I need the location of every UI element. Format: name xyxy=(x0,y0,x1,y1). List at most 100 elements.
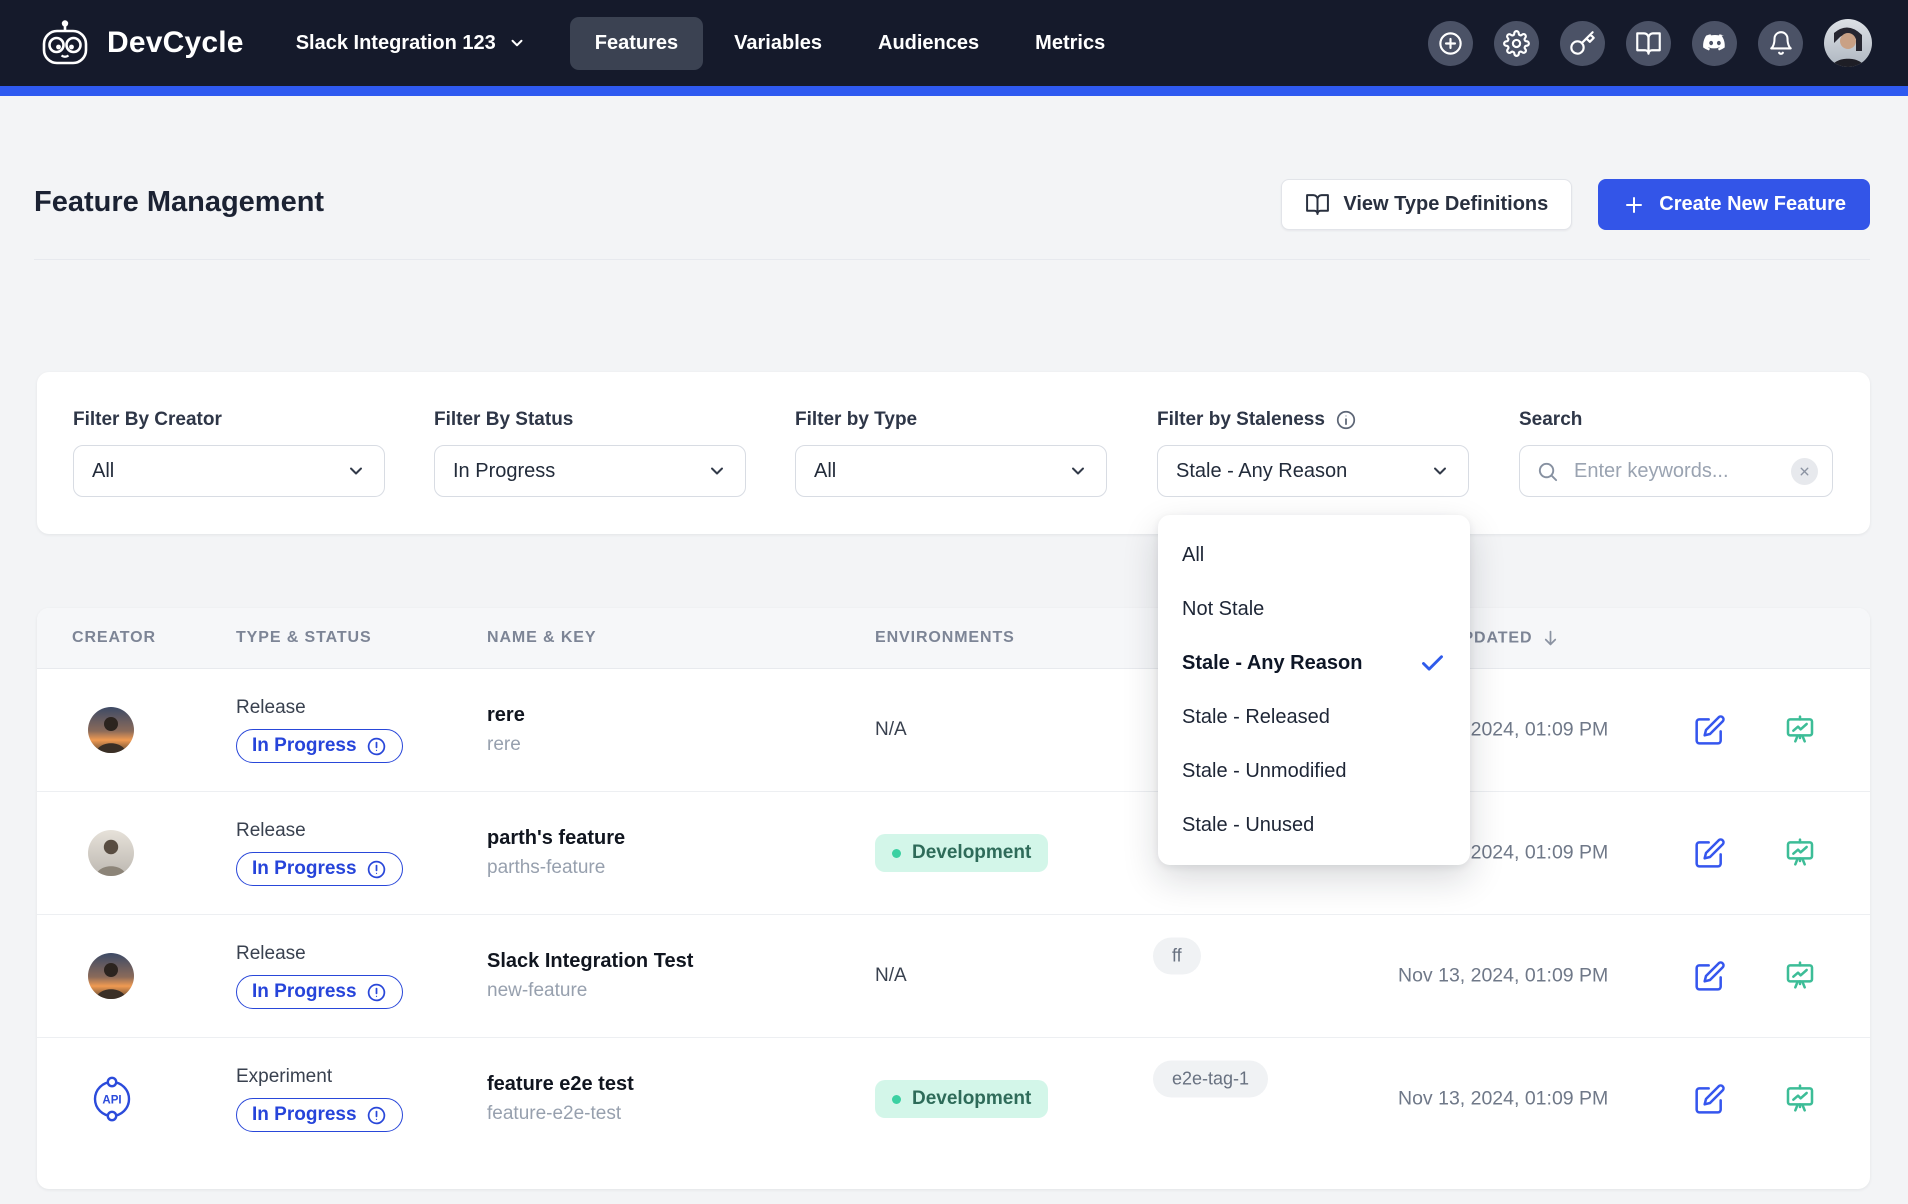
feature-key: feature-e2e-test xyxy=(487,1103,634,1125)
key-icon xyxy=(1569,30,1596,57)
edit-feature-button[interactable] xyxy=(1694,960,1726,992)
check-icon xyxy=(1419,650,1446,677)
create-new-feature-label: Create New Feature xyxy=(1659,193,1846,216)
tags-cell: ff xyxy=(1153,938,1201,975)
user-avatar[interactable] xyxy=(1824,19,1872,67)
filter-staleness: Filter by Staleness Stale - Any Reason xyxy=(1157,408,1469,497)
staleness-option-not-stale[interactable]: Not Stale xyxy=(1158,582,1470,636)
filter-status-select[interactable]: In Progress xyxy=(434,445,746,497)
tab-metrics[interactable]: Metrics xyxy=(1010,17,1130,70)
bell-icon xyxy=(1768,30,1794,56)
feature-type: Release xyxy=(236,697,403,719)
column-header-creator: CREATOR xyxy=(72,629,156,647)
filter-type-value: All xyxy=(814,460,836,483)
feature-key: parths-feature xyxy=(487,857,625,879)
tab-features[interactable]: Features xyxy=(570,17,703,70)
discord-button[interactable] xyxy=(1692,21,1737,66)
type-status-cell: Experiment In Progress xyxy=(236,1066,403,1132)
name-key-cell: Slack Integration Test new-feature xyxy=(487,950,693,1002)
table-row[interactable]: Release In Progress Slack Integration Te… xyxy=(37,914,1870,1037)
edit-feature-button[interactable] xyxy=(1694,1083,1726,1115)
filter-type-label: Filter by Type xyxy=(795,408,1107,432)
staleness-option-all[interactable]: All xyxy=(1158,528,1470,582)
edit-feature-button[interactable] xyxy=(1694,837,1726,869)
status-badge[interactable]: In Progress xyxy=(236,975,403,1009)
staleness-option-stale-any-reason[interactable]: Stale - Any Reason xyxy=(1158,636,1470,690)
updated-date: Nov 13, 2024, 01:09 PM xyxy=(1398,965,1608,988)
search-box xyxy=(1519,445,1833,497)
feature-metrics-button[interactable] xyxy=(1784,960,1816,992)
status-badge[interactable]: In Progress xyxy=(236,729,403,763)
feature-name[interactable]: parth's feature xyxy=(487,827,625,850)
api-keys-button[interactable] xyxy=(1560,21,1605,66)
feature-key: new-feature xyxy=(487,980,693,1002)
column-header-name-key: NAME & KEY xyxy=(487,629,596,647)
table-row[interactable]: Release In Progress parth's feature part… xyxy=(37,791,1870,914)
environments-cell: Development xyxy=(875,1080,1048,1118)
project-switcher[interactable]: Slack Integration 123 xyxy=(296,32,526,55)
devcycle-logo[interactable]: DevCycle xyxy=(36,18,244,68)
environments-cell: Development xyxy=(875,834,1048,872)
updated-date: Nov 13, 2024, 01:09 PM xyxy=(1398,1088,1608,1111)
edit-feature-button[interactable] xyxy=(1694,714,1726,746)
creator-avatar xyxy=(88,953,134,999)
feature-key: rere xyxy=(487,734,525,756)
filter-staleness-select[interactable]: Stale - Any Reason xyxy=(1157,445,1469,497)
filter-search: Search xyxy=(1519,408,1833,497)
status-badge[interactable]: In Progress xyxy=(236,852,403,886)
environments-cell: N/A xyxy=(875,965,907,987)
staleness-option-stale-released[interactable]: Stale - Released xyxy=(1158,690,1470,744)
chevron-down-icon xyxy=(707,461,727,481)
book-icon xyxy=(1305,192,1330,217)
notifications-button[interactable] xyxy=(1758,21,1803,66)
environment-dot xyxy=(892,849,901,858)
filter-creator-value: All xyxy=(92,460,114,483)
view-type-definitions-button[interactable]: View Type Definitions xyxy=(1281,179,1572,230)
search-input[interactable] xyxy=(1572,459,1778,484)
tab-audiences[interactable]: Audiences xyxy=(853,17,1004,70)
column-header-type-status: TYPE & STATUS xyxy=(236,629,372,647)
sort-descending-icon xyxy=(1541,629,1560,648)
settings-button[interactable] xyxy=(1494,21,1539,66)
feature-name[interactable]: rere xyxy=(487,704,525,727)
create-new-feature-button[interactable]: Create New Feature xyxy=(1598,179,1870,230)
table-header-row: CREATOR TYPE & STATUS NAME & KEY ENVIRON… xyxy=(37,608,1870,669)
chevron-down-icon xyxy=(1430,461,1450,481)
feature-metrics-button[interactable] xyxy=(1784,837,1816,869)
environments-cell: N/A xyxy=(875,719,907,741)
info-icon[interactable] xyxy=(1335,409,1357,431)
status-badge[interactable]: In Progress xyxy=(236,1098,403,1132)
accent-bar xyxy=(0,86,1908,96)
feature-metrics-button[interactable] xyxy=(1784,714,1816,746)
staleness-option-stale-unmodified[interactable]: Stale - Unmodified xyxy=(1158,744,1470,798)
tags-cell: e2e-tag-1 xyxy=(1153,1061,1268,1098)
gear-icon xyxy=(1503,30,1530,57)
navbar-utilities xyxy=(1428,19,1872,67)
feature-metrics-button[interactable] xyxy=(1784,1083,1816,1115)
filter-creator-select[interactable]: All xyxy=(73,445,385,497)
filter-creator: Filter By Creator All xyxy=(73,408,385,497)
filter-type-select[interactable]: All xyxy=(795,445,1107,497)
feature-name[interactable]: feature e2e test xyxy=(487,1073,634,1096)
search-label: Search xyxy=(1519,408,1833,432)
tab-variables[interactable]: Variables xyxy=(709,17,847,70)
project-name: Slack Integration 123 xyxy=(296,32,496,55)
staleness-dropdown-menu: All Not Stale Stale - Any Reason Stale -… xyxy=(1158,515,1470,865)
brand-name: DevCycle xyxy=(107,26,244,60)
header-divider xyxy=(34,259,1870,260)
feature-type: Release xyxy=(236,943,403,965)
filter-status: Filter By Status In Progress xyxy=(434,408,746,497)
documentation-button[interactable] xyxy=(1626,21,1671,66)
type-status-cell: Release In Progress xyxy=(236,820,403,886)
feature-name[interactable]: Slack Integration Test xyxy=(487,950,693,973)
staleness-option-stale-unused[interactable]: Stale - Unused xyxy=(1158,798,1470,852)
environment-dot xyxy=(892,1095,901,1104)
view-type-definitions-label: View Type Definitions xyxy=(1343,193,1548,216)
clear-search-button[interactable] xyxy=(1791,458,1818,485)
api-creator-icon: API xyxy=(88,1075,136,1123)
create-new-button[interactable] xyxy=(1428,21,1473,66)
table-row[interactable]: API Experiment In Progress feature e2e t… xyxy=(37,1037,1870,1160)
alert-circle-icon xyxy=(366,736,387,757)
table-row[interactable]: Release In Progress rere rere N/A Nov 13… xyxy=(37,669,1870,791)
tag-pill: e2e-tag-1 xyxy=(1153,1061,1268,1098)
